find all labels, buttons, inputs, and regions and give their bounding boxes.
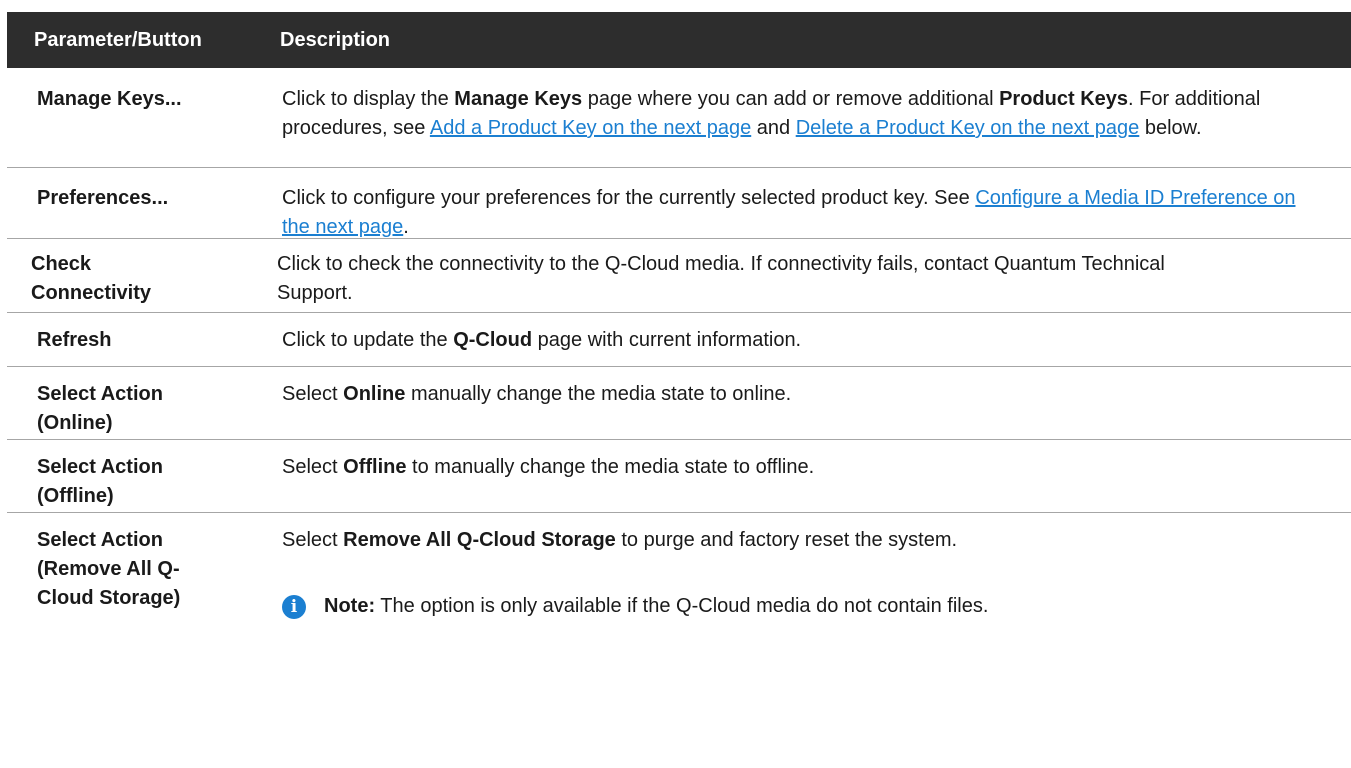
link-delete-product-key[interactable]: Delete a Product Key on the next page [796,117,1140,139]
row-description: Select Remove All Q-Cloud Storage to pur… [282,529,958,551]
header-parameter-button: Parameter/Button [34,29,202,51]
row-name: Select Action (Offline) [37,456,163,507]
link-add-product-key[interactable]: Add a Product Key on the next page [430,117,751,139]
row-description: Select Online manually change the media … [282,383,792,405]
row-description: Click to update the Q-Cloud page with cu… [282,329,802,351]
table-row: Preferences... Click to configure your p… [7,168,1351,239]
row-name: Select Action (Online) [37,383,163,434]
table-row: Manage Keys... Click to display the Mana… [7,68,1351,168]
row-name: Manage Keys... [37,88,182,110]
row-name: Preferences... [37,187,169,209]
header-description: Description [280,29,391,51]
row-name: Refresh [37,329,112,351]
table-row: Refresh Click to update the Q-Cloud page… [7,313,1351,367]
note-text: Note: The option is only available if th… [324,595,989,617]
table-header: Parameter/Button Description [7,12,1351,68]
row-description: Click to configure your preferences for … [282,187,1296,238]
row-name: Select Action (Remove All Q-Cloud Storag… [37,529,181,609]
row-description: Select Offline to manually change the me… [282,456,815,478]
table-row: Select Action (Offline) Select Offline t… [7,440,1351,513]
note: i Note: The option is only available if … [282,592,988,621]
parameter-table: Parameter/Button Description Manage Keys… [7,12,1351,633]
row-description: Click to check the connectivity to the Q… [277,253,1165,304]
table-row: Select Action (Remove All Q-Cloud Storag… [7,513,1351,633]
table-row: Select Action (Online) Select Online man… [7,367,1351,440]
info-icon: i [282,594,306,619]
row-name: Check Connectivity [31,253,152,304]
table-row: Check Connectivity Click to check the co… [7,239,1351,313]
row-description: Click to display the Manage Keys page wh… [282,88,1261,139]
